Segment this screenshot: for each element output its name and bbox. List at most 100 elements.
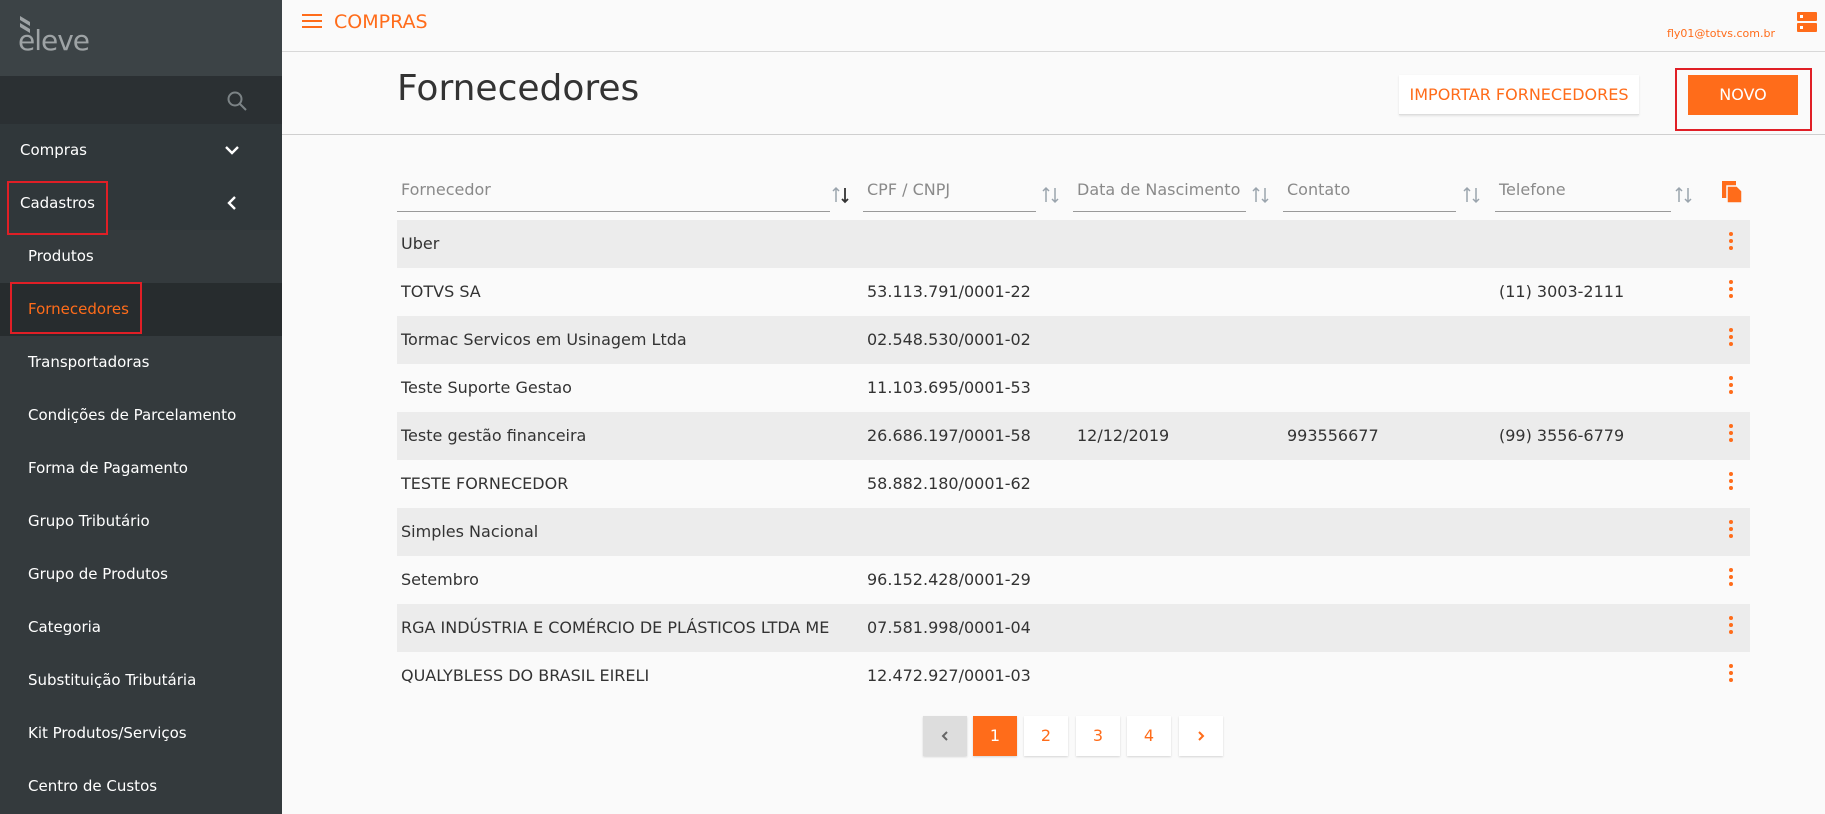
sidebar-item-grupo-produtos[interactable]: Grupo de Produtos: [0, 548, 282, 601]
column-header-contato[interactable]: Contato: [1283, 174, 1456, 212]
sidebar-item-label: Transportadoras: [28, 353, 150, 371]
cell-cpf-cnpj: 02.548.530/0001-02: [867, 330, 1031, 349]
table-row[interactable]: Teste gestão financeira 26.686.197/0001-5…: [397, 412, 1750, 460]
table-row[interactable]: Teste Suporte Gestao 11.103.695/0001-53: [397, 364, 1750, 412]
cell-fornecedor: Simples Nacional: [401, 522, 539, 541]
sidebar-item-label: Forma de Pagamento: [28, 459, 188, 477]
app-title: COMPRAS: [334, 11, 428, 33]
cell-fornecedor: Tormac Servicos em Usinagem Ltda: [401, 330, 687, 349]
cell-cpf-cnpj: 26.686.197/0001-58: [867, 426, 1031, 445]
sort-icon[interactable]: [1250, 184, 1272, 206]
column-header-data-nascimento[interactable]: Data de Nascimento: [1073, 174, 1246, 212]
more-options-icon[interactable]: [1728, 664, 1734, 684]
sidebar-item-categoria[interactable]: Categoria: [0, 601, 282, 654]
cell-fornecedor: Setembro: [401, 570, 479, 589]
sort-icon[interactable]: [1040, 184, 1062, 206]
page-button-2[interactable]: 2: [1024, 716, 1068, 756]
table-row[interactable]: Uber: [397, 220, 1750, 268]
more-options-icon[interactable]: [1728, 568, 1734, 588]
page-button-3[interactable]: 3: [1076, 716, 1120, 756]
table-row[interactable]: RGA INDÚSTRIA E COMÉRCIO DE PLÁSTICOS LT…: [397, 604, 1750, 652]
table-row[interactable]: QUALYBLESS DO BRASIL EIRELI 12.472.927/00…: [397, 652, 1750, 700]
more-options-icon[interactable]: [1728, 376, 1734, 396]
sidebar-item-label: Condições de Parcelamento: [28, 406, 237, 424]
chevron-down-icon: [225, 146, 239, 155]
cell-telefone: (99) 3556-6779: [1499, 426, 1625, 445]
cell-cpf-cnpj: 12.472.927/0001-03: [867, 666, 1031, 685]
cell-fornecedor: TESTE FORNECEDOR: [401, 474, 569, 493]
sidebar-item-label: Compras: [20, 141, 87, 159]
table-row[interactable]: TOTVS SA 53.113.791/0001-22 (11) 3003-2111: [397, 268, 1750, 316]
cell-fornecedor: TOTVS SA: [401, 282, 481, 301]
logo: eleve: [0, 0, 282, 76]
cell-fornecedor: Uber: [401, 234, 440, 253]
sidebar-item-centro-custos[interactable]: Centro de Custos: [0, 760, 282, 813]
sidebar-item-substituicao-tributaria[interactable]: Substituição Tributária: [0, 654, 282, 707]
more-options-icon[interactable]: [1728, 232, 1734, 252]
new-button[interactable]: NOVO: [1688, 75, 1798, 115]
sidebar-item-label: Grupo Tributário: [28, 512, 150, 530]
sidebar-item-forma-pagamento[interactable]: Forma de Pagamento: [0, 442, 282, 495]
sidebar-item-kit-produtos[interactable]: Kit Produtos/Serviços: [0, 707, 282, 760]
chevron-left-icon: [227, 196, 236, 210]
sidebar-item-label: Grupo de Produtos: [28, 565, 168, 583]
cell-cpf-cnpj: 58.882.180/0001-62: [867, 474, 1031, 493]
search-icon[interactable]: [226, 90, 248, 112]
cell-fornecedor: Teste Suporte Gestao: [401, 378, 572, 397]
sort-icon[interactable]: [1673, 184, 1695, 206]
sidebar-item-condicoes-parcelamento[interactable]: Condições de Parcelamento: [0, 389, 282, 442]
sidebar-item-label: Kit Produtos/Serviços: [28, 724, 187, 742]
more-options-icon[interactable]: [1728, 472, 1734, 492]
prev-page-button[interactable]: [923, 716, 967, 756]
more-options-icon[interactable]: [1728, 328, 1734, 348]
cell-fornecedor: Teste gestão financeira: [401, 426, 587, 445]
page-button-1[interactable]: 1: [973, 716, 1017, 756]
user-email[interactable]: fly01@totvs.com.br: [1667, 27, 1775, 40]
sort-desc-icon[interactable]: [830, 184, 852, 206]
cell-telefone: (11) 3003-2111: [1499, 282, 1625, 301]
table-row[interactable]: Simples Nacional: [397, 508, 1750, 556]
sidebar-item-label: Categoria: [28, 618, 102, 636]
page-title: Fornecedores: [397, 68, 640, 109]
table-body: Uber TOTVS SA 53.113.791/0001-22 (11) 3003-…: [397, 220, 1750, 700]
brand-name: eleve: [18, 24, 90, 57]
cell-cpf-cnpj: 11.103.695/0001-53: [867, 378, 1031, 397]
cell-fornecedor: RGA INDÚSTRIA E COMÉRCIO DE PLÁSTICOS LT…: [401, 618, 830, 637]
hamburger-menu-icon[interactable]: [302, 14, 322, 30]
chevron-right-icon: [1198, 731, 1205, 741]
sidebar-item-grupo-tributario[interactable]: Grupo Tributário: [0, 495, 282, 548]
highlight-cadastros: [7, 181, 108, 235]
page-button-4[interactable]: 4: [1127, 716, 1171, 756]
cell-fornecedor: QUALYBLESS DO BRASIL EIRELI: [401, 666, 650, 685]
suppliers-table: Fornecedor CPF / CNPJ Data de Nascimento…: [397, 174, 1750, 700]
next-page-button[interactable]: [1179, 716, 1223, 756]
cell-cpf-cnpj: 53.113.791/0001-22: [867, 282, 1031, 301]
table-row[interactable]: Tormac Servicos em Usinagem Ltda 02.548.5…: [397, 316, 1750, 364]
cell-cpf-cnpj: 07.581.998/0001-04: [867, 618, 1031, 637]
sort-icon[interactable]: [1461, 184, 1483, 206]
import-suppliers-button[interactable]: IMPORTAR FORNECEDORES: [1399, 75, 1639, 115]
sidebar-item-produtos[interactable]: Produtos: [0, 230, 282, 283]
copy-icon[interactable]: [1720, 179, 1744, 205]
table-header: Fornecedor CPF / CNPJ Data de Nascimento…: [397, 174, 1750, 220]
topbar: COMPRAS fly01@totvs.com.br: [282, 0, 1825, 52]
server-icon[interactable]: [1797, 12, 1817, 32]
column-header-telefone[interactable]: Telefone: [1495, 174, 1671, 212]
table-row[interactable]: Setembro 96.152.428/0001-29: [397, 556, 1750, 604]
more-options-icon[interactable]: [1728, 424, 1734, 444]
table-row[interactable]: TESTE FORNECEDOR 58.882.180/0001-62: [397, 460, 1750, 508]
sidebar-item-compras[interactable]: Compras: [0, 124, 282, 177]
column-header-cpf-cnpj[interactable]: CPF / CNPJ: [863, 174, 1036, 212]
sidebar-item-transportadoras[interactable]: Transportadoras: [0, 336, 282, 389]
more-options-icon[interactable]: [1728, 616, 1734, 636]
highlight-fornecedores: [10, 282, 142, 334]
cell-contato: 993556677: [1287, 426, 1379, 445]
more-options-icon[interactable]: [1728, 280, 1734, 300]
sidebar: eleve Compras Cadastros Produtos Fornece…: [0, 0, 282, 814]
chevron-left-icon: [941, 731, 948, 741]
sidebar-item-label: Centro de Custos: [28, 777, 158, 795]
more-options-icon[interactable]: [1728, 520, 1734, 540]
cell-data-nascimento: 12/12/2019: [1077, 426, 1170, 445]
sidebar-search[interactable]: [0, 76, 282, 124]
column-header-fornecedor[interactable]: Fornecedor: [397, 174, 830, 212]
